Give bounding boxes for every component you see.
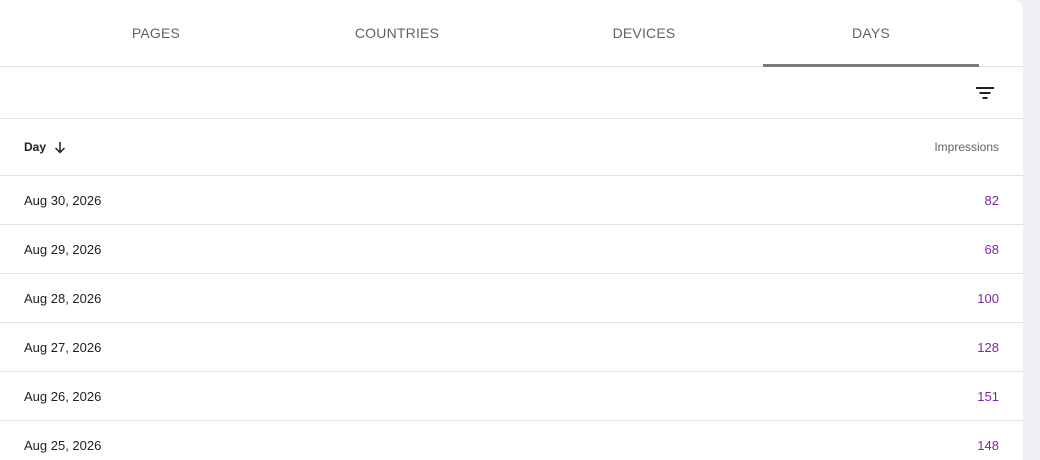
tab-countries[interactable]: COUNTRIES: [277, 0, 517, 66]
row-day: Aug 29, 2026: [24, 242, 102, 257]
tab-pages[interactable]: PAGES: [36, 0, 276, 66]
table-row[interactable]: Aug 29, 2026 68: [0, 225, 1023, 274]
table-row[interactable]: Aug 30, 2026 82: [0, 176, 1023, 225]
tab-pages-label: PAGES: [131, 25, 181, 41]
table-toolbar: [0, 67, 1023, 119]
performance-card: PAGES COUNTRIES DEVICES DAYS Day Impress…: [0, 0, 1023, 460]
row-day: Aug 28, 2026: [24, 291, 102, 306]
row-day: Aug 27, 2026: [24, 340, 102, 355]
day-column-header[interactable]: Day: [24, 140, 66, 154]
filter-list-icon: [976, 87, 994, 99]
row-day: Aug 30, 2026: [24, 193, 102, 208]
row-impressions: 68: [984, 242, 999, 257]
row-impressions: 148: [977, 438, 999, 453]
row-impressions: 151: [977, 389, 999, 404]
tab-days[interactable]: DAYS: [763, 0, 979, 67]
impressions-column-header[interactable]: Impressions: [934, 140, 999, 154]
tab-devices-label: DEVICES: [612, 25, 676, 41]
tab-bar: PAGES COUNTRIES DEVICES DAYS: [0, 0, 1023, 67]
table-row[interactable]: Aug 25, 2026 148: [0, 421, 1023, 460]
arrow-down-icon: [54, 141, 66, 154]
row-impressions: 82: [984, 193, 999, 208]
row-impressions: 100: [977, 291, 999, 306]
filter-button[interactable]: [971, 79, 999, 107]
table-row[interactable]: Aug 26, 2026 151: [0, 372, 1023, 421]
tab-days-label: DAYS: [852, 25, 890, 41]
table-row[interactable]: Aug 27, 2026 128: [0, 323, 1023, 372]
table-header: Day Impressions: [0, 119, 1023, 176]
row-day: Aug 25, 2026: [24, 438, 102, 453]
day-column-label: Day: [24, 140, 47, 154]
row-impressions: 128: [977, 340, 999, 355]
row-day: Aug 26, 2026: [24, 389, 102, 404]
tab-devices[interactable]: DEVICES: [524, 0, 764, 66]
table-row[interactable]: Aug 28, 2026 100: [0, 274, 1023, 323]
tab-countries-label: COUNTRIES: [354, 25, 440, 41]
